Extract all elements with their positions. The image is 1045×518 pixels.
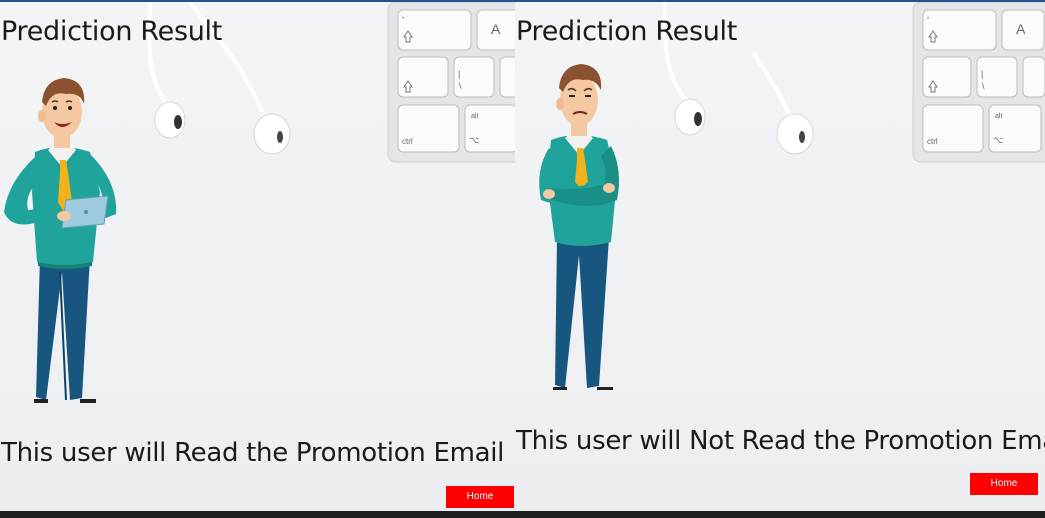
svg-text:⌥: ⌥: [469, 135, 479, 145]
alt-key-label: alt: [995, 113, 1002, 120]
taskbar: [515, 511, 1045, 518]
home-button[interactable]: Home: [970, 473, 1038, 495]
prediction-message: This user will Not Read the Promotion Em…: [516, 426, 1045, 456]
svg-text:|: |: [458, 69, 460, 79]
prediction-panel-read: A ctrl alt | \ ⌥ • Prediction Result Thi…: [0, 0, 515, 518]
happy-man-illustration: [4, 78, 117, 403]
svg-text:⌥: ⌥: [993, 135, 1003, 145]
home-button[interactable]: Home: [446, 486, 514, 508]
a-key-label: A: [491, 21, 501, 37]
page-title: Prediction Result: [516, 16, 738, 47]
prediction-panel-not-read: A ctrl alt | \ ⌥ • Prediction Result Thi…: [515, 0, 1045, 518]
svg-text:|: |: [981, 69, 983, 79]
skeptical-man-illustration: [539, 64, 619, 390]
alt-key-label: alt: [471, 113, 478, 120]
a-key-label: A: [1016, 21, 1026, 37]
prediction-message: This user will Read the Promotion Email: [1, 438, 505, 468]
ctrl-key-label: ctrl: [927, 137, 938, 146]
taskbar: [0, 511, 515, 518]
page-title: Prediction Result: [1, 16, 223, 47]
svg-text:•: •: [402, 16, 404, 22]
ctrl-key-label: ctrl: [402, 137, 413, 146]
svg-text:•: •: [927, 16, 929, 22]
